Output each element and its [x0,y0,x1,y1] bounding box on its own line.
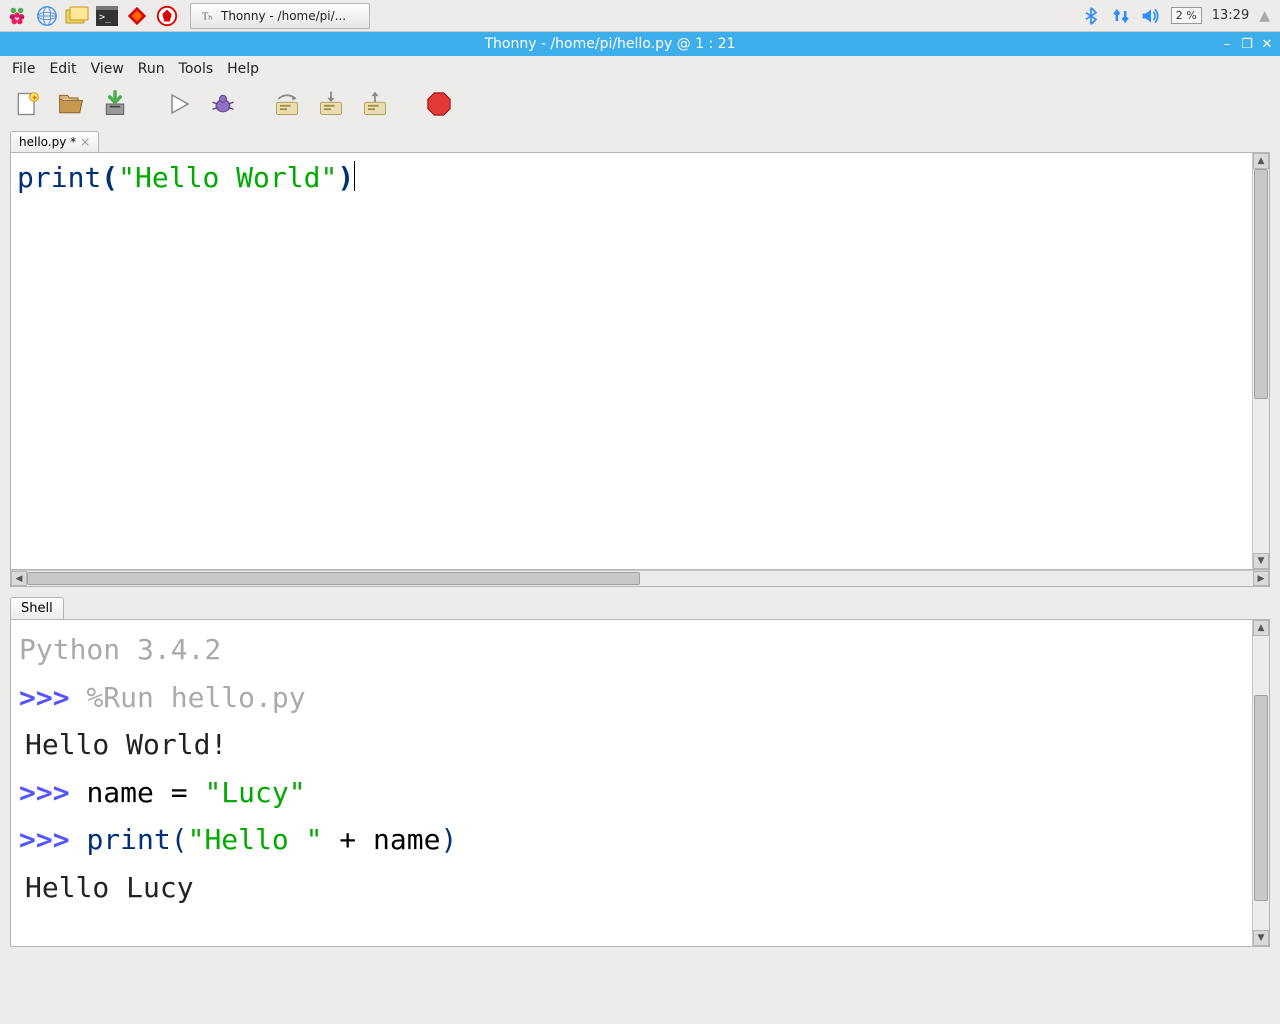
code-fn: print [17,161,101,194]
scroll-right-button[interactable]: ▶ [1253,571,1269,586]
clock[interactable]: 13:29 [1212,8,1249,23]
shell-line3-fn: print [86,823,170,856]
hscroll-thumb[interactable] [27,572,640,585]
window-title: Thonny - /home/pi/hello.py @ 1 : 21 [0,36,1220,52]
run-button[interactable] [164,89,194,119]
minimize-button[interactable]: – [1220,37,1234,51]
shell-line3-open: ( [171,823,188,856]
svg-text:✦: ✦ [31,94,38,103]
save-file-button[interactable] [100,89,130,119]
editor-hscrollbar[interactable]: ◀ ▶ [10,570,1270,587]
shell-prompt-3: >>> [19,823,86,856]
text-cursor [354,161,355,191]
code-open-paren: ( [101,161,118,194]
menu-bar: File Edit View Run Tools Help [0,56,1280,82]
menu-file[interactable]: File [6,59,41,79]
menu-tools[interactable]: Tools [173,59,220,79]
code-content[interactable]: print("Hello World") [11,153,1252,569]
os-taskbar: >_ Tₕ Thonny - /home/pi/... 2 % 13:29 ▲ [0,0,1280,32]
raspberry-menu-icon[interactable] [4,3,30,29]
menu-view[interactable]: View [85,59,130,79]
taskbar-app-label: Thonny - /home/pi/... [221,9,346,23]
shell-scroll-down[interactable]: ▼ [1253,930,1269,946]
shell-line3-str: "Hello " [188,823,323,856]
stop-button[interactable] [424,89,454,119]
thonny-task-icon: Tₕ [201,9,215,23]
editor-area: hello.py * × print("Hello World") ▲ ▼ ◀ … [0,126,1280,587]
shell-content[interactable]: Python 3.4.2 >>> %Run hello.py Hello Wor… [11,620,1252,946]
shell-tab[interactable]: Shell [10,597,64,619]
step-into-button[interactable] [316,89,346,119]
maximize-button[interactable]: ❐ [1240,37,1254,51]
tab-close-icon[interactable]: × [80,135,90,149]
editor-tab[interactable]: hello.py * × [10,131,99,152]
code-editor[interactable]: print("Hello World") ▲ ▼ [10,152,1270,570]
mathematica-icon[interactable] [124,3,150,29]
wolfram-icon[interactable] [154,3,180,29]
bluetooth-icon[interactable] [1081,6,1101,26]
editor-tab-row: hello.py * × [10,126,1270,152]
shell-output-1: Hello World! [25,728,227,761]
toolbar: ✦ [0,82,1280,126]
shell-prompt-2: >>> [19,776,86,809]
shell-prompt: >>> [19,681,86,714]
eject-icon[interactable]: ▲ [1259,8,1270,24]
editor-vscrollbar[interactable]: ▲ ▼ [1252,153,1269,569]
file-manager-icon[interactable] [64,3,90,29]
step-over-button[interactable] [272,89,302,119]
window-title-bar: Thonny - /home/pi/hello.py @ 1 : 21 – ❐ … [0,32,1280,56]
shell-area: Shell Python 3.4.2 >>> %Run hello.py Hel… [0,587,1280,947]
taskbar-app-button[interactable]: Tₕ Thonny - /home/pi/... [190,3,370,29]
web-browser-icon[interactable] [34,3,60,29]
step-out-button[interactable] [360,89,390,119]
menu-edit[interactable]: Edit [43,59,82,79]
shell-line3-close: ) [440,823,457,856]
shell-panel[interactable]: Python 3.4.2 >>> %Run hello.py Hello Wor… [10,619,1270,947]
scroll-down-button[interactable]: ▼ [1253,553,1269,569]
svg-text:>_: >_ [99,12,112,23]
new-file-button[interactable]: ✦ [12,89,42,119]
editor-tab-label: hello.py * [19,135,76,149]
python-version: Python 3.4.2 [19,633,221,666]
shell-vscroll-thumb[interactable] [1254,695,1268,901]
code-close-paren: ) [337,161,354,194]
svg-text:Tₕ: Tₕ [202,11,213,22]
run-command: %Run hello.py [86,681,305,714]
debug-button[interactable] [208,89,238,119]
scroll-up-button[interactable]: ▲ [1253,153,1269,169]
shell-line2-code: name = [86,776,204,809]
shell-scroll-up[interactable]: ▲ [1253,620,1269,636]
menu-run[interactable]: Run [132,59,171,79]
shell-line3-rest: + name [322,823,440,856]
open-file-button[interactable] [56,89,86,119]
terminal-icon[interactable]: >_ [94,3,120,29]
volume-icon[interactable] [1141,6,1161,26]
code-string: "Hello World" [118,161,337,194]
shell-vscrollbar[interactable]: ▲ ▼ [1252,620,1269,946]
scroll-left-button[interactable]: ◀ [11,571,27,586]
cpu-usage[interactable]: 2 % [1171,7,1202,24]
shell-line2-str: "Lucy" [204,776,305,809]
menu-help[interactable]: Help [221,59,265,79]
vscroll-thumb[interactable] [1254,169,1268,399]
network-icon[interactable] [1111,6,1131,26]
close-button[interactable]: ✕ [1260,37,1274,51]
shell-output-2: Hello Lucy [25,871,194,904]
